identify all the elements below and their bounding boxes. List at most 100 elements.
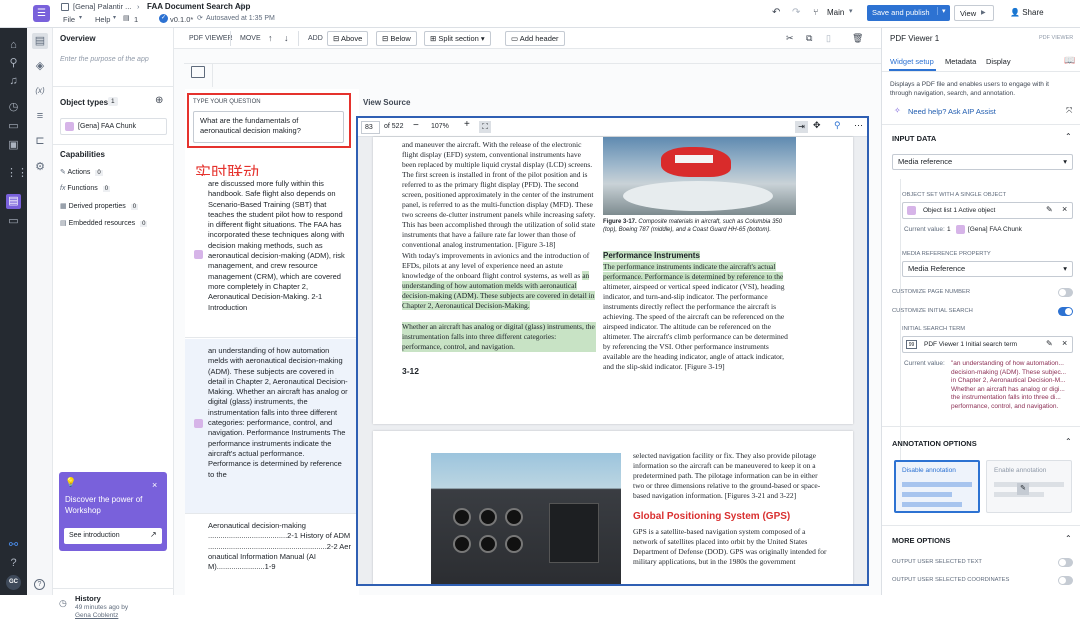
capability-derived-properties[interactable]: ▦ Derived properties 0 — [60, 202, 139, 210]
overview-purpose-input[interactable]: Enter the purpose of the app — [60, 56, 149, 63]
see-introduction-button[interactable]: See introduction ↗ — [64, 528, 162, 544]
more-options-header[interactable]: MORE OPTIONS — [892, 536, 950, 545]
app-title[interactable]: FAA Document Search App — [147, 2, 250, 11]
add-above-button[interactable]: ⊟ Above — [327, 31, 369, 46]
chevron-up-icon[interactable]: ⌃ — [1065, 132, 1072, 141]
page-number-input[interactable]: 83 — [361, 121, 380, 134]
media-property-select[interactable]: Media Reference ▾ — [902, 261, 1073, 277]
copy-icon[interactable]: ⧉ — [806, 32, 812, 45]
cut-icon[interactable]: ✂ — [786, 32, 794, 45]
pdf-viewer[interactable]: 83 of 522 − 107% + ⛶ ⇥ ✥ ⚲ ⋯ and maneuve… — [356, 116, 869, 586]
apps-grid-icon[interactable]: ⋮⋮ — [6, 166, 28, 181]
object-set-field[interactable]: Object list 1 Active object ✎ × — [902, 202, 1073, 219]
settings-sliders-icon[interactable]: ≡ — [32, 108, 48, 124]
list-item[interactable]: Aeronautical decision-making ...........… — [185, 515, 359, 595]
text-select-icon[interactable]: ⇥ — [795, 121, 808, 133]
more-icon[interactable]: ⋯ — [854, 120, 863, 131]
arrow-down-icon[interactable]: ↓ — [284, 32, 289, 45]
app-logo-icon[interactable]: ☰ — [33, 5, 50, 22]
object-type-label: [Gena] FAA Chunk — [78, 123, 136, 130]
help-icon[interactable]: ? — [6, 556, 21, 571]
fit-page-icon[interactable]: ⛶ — [479, 121, 491, 133]
chevron-up-icon[interactable]: ⌃ — [1065, 534, 1072, 543]
capability-embedded-resources[interactable]: ▤ Embedded resources 0 — [60, 219, 148, 227]
workshop-icon[interactable]: ▤ — [6, 194, 21, 209]
object-type-item[interactable]: [Gena] FAA Chunk — [60, 118, 167, 135]
view-button[interactable]: View ▶ — [954, 5, 994, 21]
docs-book-icon[interactable]: 📖 — [1064, 55, 1075, 66]
pages-count[interactable]: 1 — [134, 15, 138, 24]
menu-file[interactable]: File — [63, 15, 75, 24]
page-header-icon[interactable] — [191, 66, 205, 78]
tab-metadata[interactable]: Metadata — [945, 57, 976, 66]
capability-functions[interactable]: fx Functions 0 — [60, 185, 111, 192]
variables-icon[interactable]: (x) — [32, 83, 48, 99]
object-type-icon — [65, 122, 74, 131]
current-value-item[interactable]: [Gena] FAA Chunk — [968, 226, 1022, 233]
customize-search-toggle[interactable] — [1058, 307, 1073, 316]
history-title[interactable]: History — [75, 594, 101, 603]
edit-icon[interactable]: ✎ — [1046, 205, 1053, 214]
disable-annotation-option[interactable]: Disable annotation — [894, 460, 980, 513]
tab-display[interactable]: Display — [986, 57, 1011, 66]
tab-widget-setup[interactable]: Widget setup — [890, 57, 934, 66]
bell-icon[interactable]: ♫ — [6, 74, 21, 89]
media-reference-select[interactable]: Media reference ▾ — [892, 154, 1073, 170]
branch-selector[interactable]: Main — [827, 8, 844, 17]
share-button[interactable]: 👤 Share — [1010, 8, 1044, 17]
chevron-up-icon[interactable]: ⌃ — [1065, 437, 1072, 446]
save-publish-button[interactable]: Save and publish ▾ — [867, 5, 950, 21]
link-icon[interactable]: ⚯ — [6, 538, 21, 553]
widget-title[interactable]: PDF Viewer 1 — [890, 34, 939, 43]
ask-aip-assist-link[interactable]: Need help? Ask AIP Assist — [908, 107, 996, 116]
customize-page-toggle[interactable] — [1058, 288, 1073, 297]
add-below-button[interactable]: ⊟ Below — [376, 31, 417, 46]
collapse-icon[interactable]: ⤧ — [1066, 106, 1072, 116]
enable-annotation-option[interactable]: Enable annotation ✎ — [986, 460, 1072, 513]
nested-icon[interactable]: ⊏ — [32, 133, 48, 149]
chevron-down-icon[interactable]: ▾ — [937, 7, 946, 15]
portfolio-icon[interactable]: ▣ — [6, 138, 21, 153]
input-data-header[interactable]: INPUT DATA — [892, 134, 936, 143]
close-icon[interactable]: × — [152, 480, 157, 490]
search-icon[interactable]: ⚲ — [834, 120, 841, 131]
capability-actions[interactable]: ✎ Actions 0 — [60, 168, 103, 176]
recent-icon[interactable]: ◷ — [6, 100, 21, 115]
files-icon[interactable]: ▭ — [6, 214, 21, 229]
star-icon[interactable]: ☆ — [238, 1, 246, 12]
overview-icon[interactable]: ▤ — [32, 33, 48, 49]
gear-icon[interactable]: ⚙ — [32, 159, 48, 175]
folder-icon[interactable]: ▭ — [6, 119, 21, 134]
output-coords-toggle[interactable] — [1058, 576, 1073, 585]
home-icon[interactable]: ⌂ — [6, 38, 21, 53]
question-input[interactable]: What are the fundamentals of aeronautica… — [193, 111, 344, 143]
breadcrumb-parent[interactable]: [Gena] Palantir ... — [73, 2, 131, 11]
menu-help[interactable]: Help — [95, 15, 110, 24]
initial-search-term-field[interactable]: 99 PDF Viewer 1 Initial search term ✎ × — [902, 336, 1073, 353]
list-item[interactable]: are discussed more fully within this han… — [185, 176, 359, 338]
version-label[interactable]: v0.1.0* — [170, 15, 193, 24]
redo-icon[interactable]: ↷ — [792, 7, 800, 18]
split-section-button[interactable]: ⊞ Split section ▾ — [424, 31, 491, 46]
layers-icon[interactable]: ◈ — [32, 58, 48, 74]
zoom-level[interactable]: 107% — [431, 123, 449, 130]
clear-icon[interactable]: × — [1062, 338, 1067, 348]
undo-icon[interactable]: ↶ — [772, 7, 780, 18]
user-avatar[interactable]: GC — [6, 575, 21, 590]
add-circle-icon[interactable]: ⊕ — [155, 95, 163, 106]
paste-icon[interactable]: ▯ — [826, 32, 831, 45]
history-user[interactable]: Gena Coblentz — [75, 612, 118, 619]
arrow-up-icon[interactable]: ↑ — [268, 32, 273, 45]
list-item[interactable]: an understanding of how automation melds… — [185, 339, 359, 514]
pan-icon[interactable]: ✥ — [813, 120, 821, 131]
add-header-button[interactable]: ▭ Add header — [505, 31, 565, 46]
delete-icon[interactable]: 🗑 — [852, 32, 863, 45]
zoom-out-icon[interactable]: − — [413, 120, 419, 131]
search-icon[interactable]: ⚲ — [6, 56, 21, 71]
annotation-options-header[interactable]: ANNOTATION OPTIONS — [892, 439, 977, 448]
zoom-in-icon[interactable]: + — [464, 119, 470, 130]
edit-icon[interactable]: ✎ — [1046, 339, 1053, 348]
help-icon[interactable]: ? — [34, 579, 45, 590]
output-text-toggle[interactable] — [1058, 558, 1073, 567]
clear-icon[interactable]: × — [1062, 204, 1067, 214]
